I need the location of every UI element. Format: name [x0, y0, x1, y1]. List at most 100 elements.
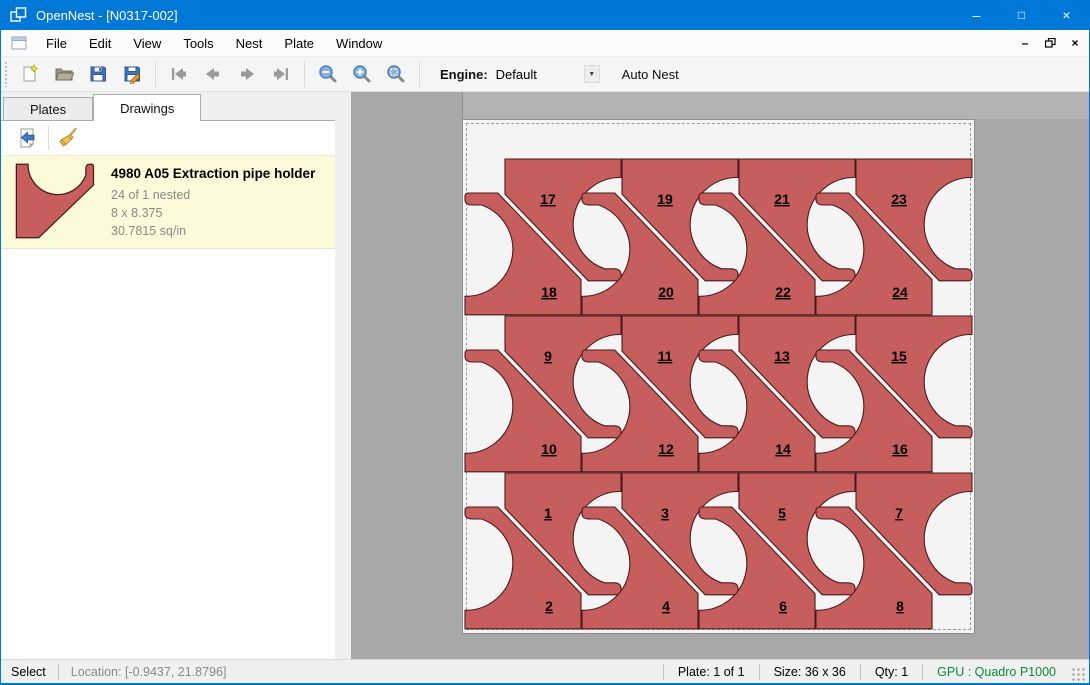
maximize-button[interactable]: □ — [999, 0, 1044, 30]
part-number-12: 12 — [658, 441, 674, 457]
menu-item-tools[interactable]: Tools — [172, 31, 224, 56]
engine-dropdown-arrow-icon[interactable]: ▼ — [584, 65, 600, 83]
open-file-button[interactable] — [47, 60, 81, 88]
drawing-area: 30.7815 sq/in — [111, 222, 315, 240]
drawings-panel: 4980 A05 Extraction pipe holder 24 of 1 … — [1, 120, 335, 659]
auto-nest-button[interactable]: Auto Nest — [614, 62, 687, 87]
part-number-8: 8 — [896, 598, 904, 614]
part-number-2: 2 — [545, 598, 553, 614]
menu-item-plate[interactable]: Plate — [273, 31, 325, 56]
nav-last-icon — [271, 64, 291, 84]
main-area: Plates Drawings — [1, 92, 1089, 659]
part-number-11: 11 — [658, 348, 673, 364]
part-number-19: 19 — [657, 191, 673, 207]
drawings-toolbar-separator — [48, 126, 49, 150]
engine-select[interactable]: Default — [496, 67, 582, 82]
part-number-4: 4 — [662, 598, 670, 614]
part-number-16: 16 — [892, 441, 908, 457]
window-title: OpenNest - [N0317-002] — [36, 8, 178, 23]
import-drawing-icon — [17, 127, 39, 149]
panel-splitter[interactable] — [335, 92, 351, 659]
nav-previous-icon — [203, 64, 223, 84]
open-folder-icon — [54, 64, 74, 84]
part-number-20: 20 — [658, 284, 674, 300]
app-window: OpenNest - [N0317-002] – □ × FileEditVie… — [0, 0, 1090, 685]
engine-group: Engine: Default ▼ — [440, 65, 600, 83]
minimize-button[interactable]: – — [954, 0, 999, 30]
status-mode: Select — [1, 665, 58, 679]
new-file-button[interactable] — [13, 60, 47, 88]
nav-next-icon — [237, 64, 257, 84]
zoom-out-button[interactable] — [311, 60, 345, 88]
mdi-close-button[interactable]: × — [1064, 33, 1086, 53]
import-drawing-button[interactable] — [13, 124, 43, 152]
save-edit-button[interactable] — [115, 60, 149, 88]
menu-item-file[interactable]: File — [35, 31, 78, 56]
engine-label: Engine: — [440, 67, 488, 82]
save-button[interactable] — [81, 60, 115, 88]
save-edit-icon — [122, 64, 142, 84]
zoom-in-icon — [352, 64, 372, 84]
mdi-restore-button[interactable] — [1039, 33, 1061, 53]
part-number-24: 24 — [892, 284, 908, 300]
part-number-5: 5 — [778, 505, 786, 521]
part-number-1: 1 — [544, 505, 552, 521]
clean-broom-icon — [58, 127, 80, 149]
part-number-17: 17 — [540, 191, 556, 207]
part-number-6: 6 — [779, 598, 787, 614]
toolbar-separator — [419, 61, 420, 87]
part-number-13: 13 — [774, 348, 790, 364]
nav-last-button[interactable] — [264, 60, 298, 88]
status-segment-3: GPU : Quadro P1000 — [922, 664, 1070, 680]
part-number-3: 3 — [661, 505, 669, 521]
nav-first-icon — [169, 64, 189, 84]
part-number-15: 15 — [891, 348, 907, 364]
menu-items: FileEditViewToolsNestPlateWindow — [35, 31, 393, 56]
tab-strip: Plates Drawings — [1, 92, 335, 121]
menu-item-nest[interactable]: Nest — [225, 31, 274, 56]
status-segments: Plate: 1 of 1Size: 36 x 36Qty: 1GPU : Qu… — [663, 664, 1070, 680]
status-segment-1: Size: 36 x 36 — [759, 664, 860, 680]
clean-button[interactable] — [54, 124, 84, 152]
nest-canvas[interactable]: 171819202122232491011121314151612345678 — [351, 92, 1089, 659]
zoom-fit-button[interactable] — [379, 60, 413, 88]
drawing-list-item[interactable]: 4980 A05 Extraction pipe holder 24 of 1 … — [1, 155, 335, 249]
status-bar: Select Location: [-0.9437, 21.8796] Plat… — [1, 659, 1089, 683]
status-segment-2: Qty: 1 — [860, 664, 922, 680]
close-button[interactable]: × — [1044, 0, 1089, 30]
tab-drawings[interactable]: Drawings — [93, 94, 201, 121]
save-icon — [88, 64, 108, 84]
nav-first-button[interactable] — [162, 60, 196, 88]
menu-item-window[interactable]: Window — [325, 31, 393, 56]
title-bar: OpenNest - [N0317-002] – □ × — [1, 0, 1089, 30]
toolbar-grip[interactable] — [4, 61, 9, 87]
menu-item-view[interactable]: View — [122, 31, 172, 56]
plate[interactable]: 171819202122232491011121314151612345678 — [462, 119, 975, 634]
mdi-minimize-icon: – — [1022, 36, 1029, 50]
new-file-icon — [20, 64, 40, 84]
zoom-fit-icon — [386, 64, 406, 84]
toolbar-separator — [155, 61, 156, 87]
toolbar-separator — [304, 61, 305, 87]
nav-previous-button[interactable] — [196, 60, 230, 88]
mdi-restore-icon — [1045, 38, 1056, 48]
nav-next-button[interactable] — [230, 60, 264, 88]
mdi-minimize-button[interactable]: – — [1014, 33, 1036, 53]
drawing-thumbnail — [11, 163, 99, 239]
app-icon — [10, 7, 28, 23]
part-number-18: 18 — [541, 284, 557, 300]
status-segment-0: Plate: 1 of 1 — [663, 664, 759, 680]
drawing-title: 4980 A05 Extraction pipe holder — [111, 166, 315, 181]
part-number-9: 9 — [544, 348, 552, 364]
menu-bar: FileEditViewToolsNestPlateWindow – × — [1, 30, 1089, 57]
part-number-22: 22 — [775, 284, 791, 300]
nest-layout: 171819202122232491011121314151612345678 — [463, 120, 976, 635]
zoom-in-button[interactable] — [345, 60, 379, 88]
resize-grip-icon[interactable] — [1072, 668, 1086, 682]
tab-plates[interactable]: Plates — [3, 97, 93, 121]
minimize-icon: – — [973, 8, 981, 22]
drawing-nested-count: 24 of 1 nested — [111, 186, 315, 204]
menu-item-edit[interactable]: Edit — [78, 31, 122, 56]
part-shape-thumbnail — [14, 163, 96, 239]
canvas-margin-strip — [462, 92, 1089, 119]
